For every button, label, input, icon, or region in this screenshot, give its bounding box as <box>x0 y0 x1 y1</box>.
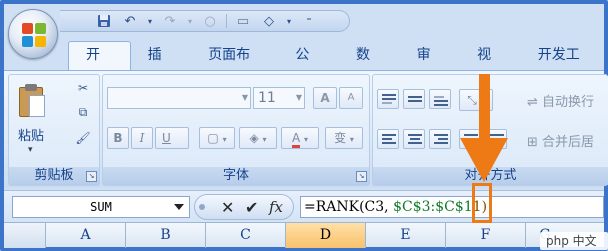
formula-prefix: =RANK(C3, <box>304 199 394 215</box>
phonetic-button[interactable]: 变 ▾ <box>325 127 363 149</box>
fill-color-button[interactable]: ◈ ▾ <box>239 127 277 149</box>
annotation-arrow-shaft <box>479 74 490 140</box>
font-size-value: 11 <box>258 90 276 106</box>
wrap-text-icon: ⇌ <box>527 95 538 110</box>
tab-developer[interactable]: 开发工具 <box>521 42 608 90</box>
tab-formulas[interactable]: 公式 <box>278 42 339 90</box>
tab-review[interactable]: 审阅 <box>400 42 461 90</box>
office-logo-icon <box>22 23 46 47</box>
shrink-font-button[interactable]: A <box>339 87 363 109</box>
column-header-c[interactable]: C <box>206 223 286 248</box>
eraser-icon[interactable]: ◇ <box>259 12 279 30</box>
align-center-button[interactable] <box>403 129 425 149</box>
name-box[interactable]: SUM <box>12 196 190 218</box>
grip-icon[interactable] <box>199 204 205 210</box>
font-size-combo[interactable]: 11 ▼ <box>253 87 305 109</box>
paste-button[interactable]: 粘贴 <box>18 125 44 144</box>
align-top-button[interactable] <box>377 89 399 109</box>
merge-center-button[interactable]: ⊞ 合并后居 <box>527 131 594 150</box>
tab-page-layout[interactable]: 页面布局 <box>191 42 278 90</box>
column-header-a[interactable]: A <box>46 223 126 248</box>
tab-view[interactable]: 视图 <box>460 42 521 90</box>
separator <box>226 14 227 28</box>
font-color-icon: A <box>291 131 301 148</box>
column-headers: A B C D E F G <box>4 222 604 248</box>
formula-range-ref: $C$3:$C$1 <box>393 199 473 215</box>
border-button[interactable]: ▢ ▾ <box>199 127 235 149</box>
circle-icon[interactable]: ○ <box>200 12 220 30</box>
fill-bucket-icon: ◈ <box>249 131 259 145</box>
italic-button[interactable]: I <box>131 127 153 149</box>
paste-icon[interactable] <box>17 83 47 119</box>
grow-font-button[interactable]: A <box>313 87 337 109</box>
orientation-icon: ⤡ <box>467 93 477 107</box>
formula-bar: SUM ✕ ✔ fx =RANK(C3, $C$3:$C$11) <box>4 190 604 222</box>
formula-input[interactable]: =RANK(C3, $C$3:$C$11) <box>300 196 604 218</box>
align-middle-button[interactable] <box>403 89 425 109</box>
font-name-combo[interactable]: ▼ <box>107 87 251 109</box>
wrap-text-button[interactable]: ⇌ 自动换行 <box>527 91 594 110</box>
font-group-label: 字体 <box>103 167 369 185</box>
column-header-d[interactable]: D <box>286 223 366 248</box>
watermark: php 中文网 <box>540 232 608 250</box>
select-all-corner[interactable] <box>4 223 46 248</box>
format-painter-icon[interactable]: 🖌 <box>75 131 91 147</box>
font-color-button[interactable]: A ▾ <box>281 127 319 149</box>
ribbon: 粘贴 ▾ ✂ ⧉ 🖌 剪贴板 ↘ ▼ 11 ▼ A A B I U ▢ ▾ ◈ ▾… <box>4 70 608 188</box>
tab-data[interactable]: 数据 <box>339 42 400 90</box>
column-header-e[interactable]: E <box>366 223 446 248</box>
insert-function-button[interactable]: fx <box>269 198 283 216</box>
phonetic-label: 变 <box>334 131 347 145</box>
tab-insert[interactable]: 插入 <box>131 42 192 90</box>
underline-button[interactable]: U <box>155 127 189 149</box>
align-left-button[interactable] <box>377 129 399 149</box>
paste-dropdown-icon[interactable]: ▾ <box>28 145 33 155</box>
align-bottom-button[interactable] <box>429 89 451 109</box>
font-launcher-icon[interactable]: ↘ <box>356 171 367 182</box>
cancel-icon[interactable]: ✕ <box>221 198 234 217</box>
tab-home[interactable]: 开始 <box>68 41 131 90</box>
name-box-dropdown-icon[interactable] <box>174 204 184 210</box>
enter-icon[interactable]: ✔ <box>245 198 258 217</box>
cut-icon[interactable]: ✂ <box>75 81 91 97</box>
ribbon-tabs: 开始 插入 页面布局 公式 数据 审阅 视图 开发工具 <box>68 40 608 90</box>
save-icon[interactable] <box>94 12 114 30</box>
bold-button[interactable]: B <box>107 127 129 149</box>
font-group: ▼ 11 ▼ A A B I U ▢ ▾ ◈ ▾ A ▾ 变 ▾ 字体 ↘ <box>102 74 370 186</box>
redo-icon[interactable]: ↷ <box>160 12 180 30</box>
formula-buttons: ✕ ✔ fx <box>194 194 294 220</box>
copy-icon[interactable]: ⧉ <box>75 105 91 121</box>
dropdown-icon[interactable]: ▾ <box>186 12 194 30</box>
annotation-arrow-icon <box>460 138 508 182</box>
customize-icon[interactable]: ⁼ <box>299 12 319 30</box>
column-header-f[interactable]: F <box>446 223 526 248</box>
quick-access-toolbar: ↶ ▾ ↷ ▾ ○ ▭ ◇ ▾ ⁼ <box>60 10 350 32</box>
column-header-b[interactable]: B <box>126 223 206 248</box>
macro-icon[interactable]: ▭ <box>233 12 253 30</box>
dropdown-icon[interactable]: ▾ <box>146 12 154 30</box>
annotation-highlight-box <box>472 183 492 223</box>
merge-icon: ⊞ <box>527 135 538 150</box>
office-button[interactable] <box>8 9 58 59</box>
undo-icon[interactable]: ↶ <box>120 12 140 30</box>
clipboard-launcher-icon[interactable]: ↘ <box>86 171 97 182</box>
clipboard-group: 粘贴 ▾ ✂ ⧉ 🖌 剪贴板 ↘ <box>8 74 100 186</box>
dropdown-icon[interactable]: ▾ <box>285 12 293 30</box>
align-right-button[interactable] <box>429 129 451 149</box>
border-icon: ▢ <box>207 131 219 145</box>
